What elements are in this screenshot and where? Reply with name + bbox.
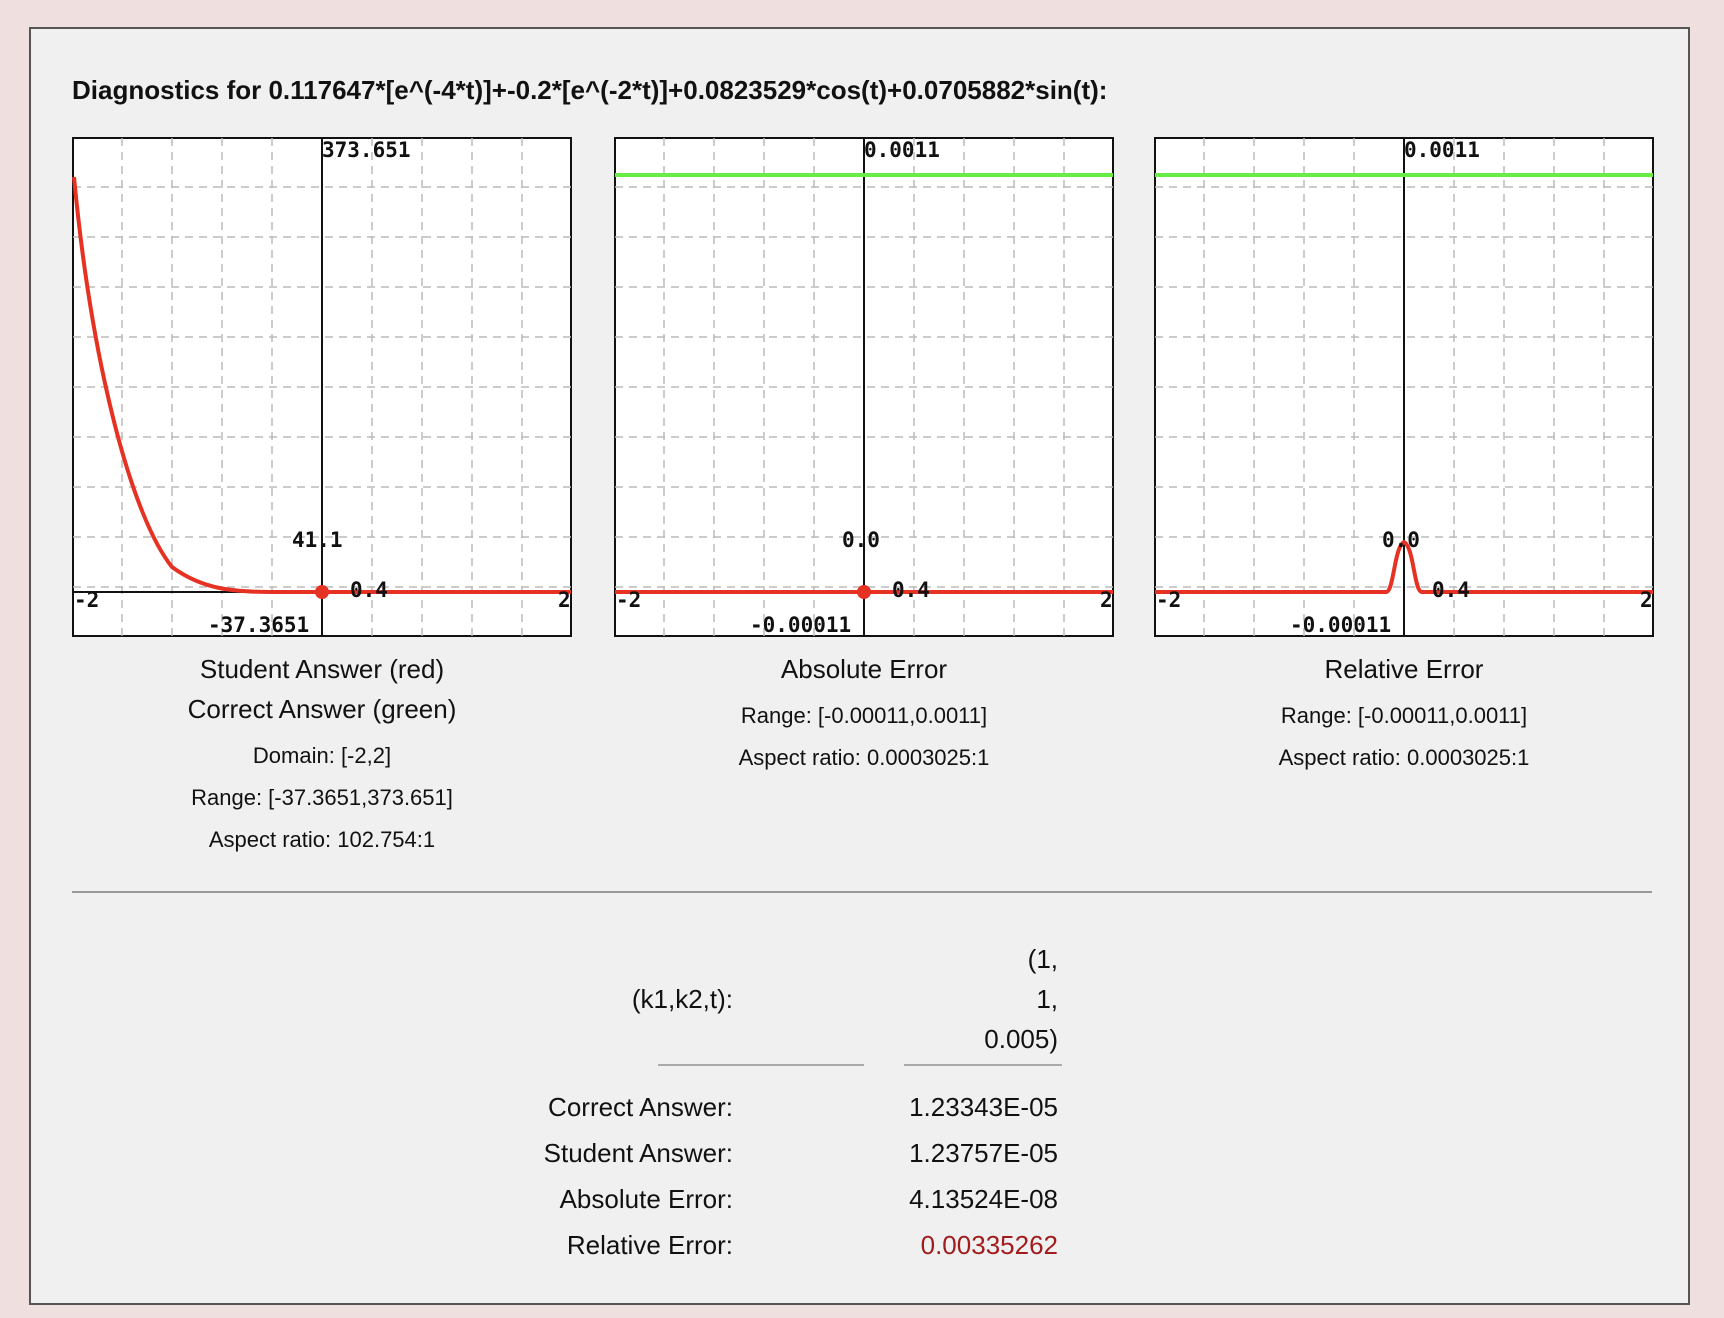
sample-point-marker xyxy=(857,585,871,599)
section-divider xyxy=(72,891,1652,893)
range-info: Range: [-37.3651,373.651] xyxy=(191,785,453,810)
plot-label-top: 0.0011 xyxy=(1404,138,1480,162)
plot-label-mid-x: 0.4 xyxy=(350,578,388,602)
table-rule xyxy=(904,1064,1062,1066)
student-plot-caption: Student Answer (red) Correct Answer (gre… xyxy=(42,649,602,861)
variables-value-line: 0.005) xyxy=(984,1024,1058,1054)
plot-label-xmax: 2 xyxy=(1100,588,1113,612)
domain-info: Domain: [-2,2] xyxy=(252,743,392,768)
plot-label-mid-y: 0.0 xyxy=(842,528,880,552)
plot-label-xmin: -2 xyxy=(616,588,641,612)
plot-label-top: 0.0011 xyxy=(864,138,940,162)
aspect-ratio-info: Aspect ratio: 0.0003025:1 xyxy=(1278,745,1530,770)
plot-label-bottom: -37.3651 xyxy=(208,613,309,637)
caption-line: Relative Error xyxy=(1324,654,1484,684)
plot-label-mid-x: 0.4 xyxy=(1432,578,1470,602)
diagnostics-panel: Diagnostics for 0.117647*[e^(-4*t)]+-0.2… xyxy=(29,27,1690,1305)
student-answer-label: Student Answer: xyxy=(543,1138,733,1168)
relative-error-plot: 0.0011 -0.00011 -2 2 0.0 0.4 xyxy=(1154,137,1654,637)
plot-label-xmin: -2 xyxy=(74,588,99,612)
relative-error-value: 0.00335262 xyxy=(920,1230,1058,1260)
relative-error-label: Relative Error: xyxy=(566,1230,733,1260)
correct-answer-label: Correct Answer: xyxy=(548,1092,733,1122)
student-answer-plot: 373.651 -37.3651 -2 2 41.1 0.4 xyxy=(72,137,572,637)
sample-point-marker xyxy=(315,585,329,599)
plot-label-mid-y: 41.1 xyxy=(292,528,343,552)
aspect-ratio-info: Aspect ratio: 0.0003025:1 xyxy=(738,745,990,770)
plot-label-bottom: -0.00011 xyxy=(750,613,851,637)
absolute-error-plot: 0.0011 -0.00011 -2 2 0.0 0.4 xyxy=(614,137,1114,637)
correct-answer-value: 1.23343E-05 xyxy=(909,1092,1058,1122)
variables-value-line: (1, xyxy=(1027,944,1058,974)
plot-label-top: 373.651 xyxy=(322,138,411,162)
caption-line: Student Answer (red) xyxy=(199,654,445,684)
absolute-error-label: Absolute Error: xyxy=(559,1184,733,1214)
variables-value-line: 1, xyxy=(1036,984,1058,1014)
caption-line: Absolute Error xyxy=(780,654,948,684)
student-answer-value: 1.23757E-05 xyxy=(909,1138,1058,1168)
relative-error-caption: Relative Error Range: [-0.00011,0.0011] … xyxy=(1124,649,1684,779)
variables-label: (k1,k2,t): xyxy=(631,984,733,1014)
plot-label-bottom: -0.00011 xyxy=(1290,613,1391,637)
plot-label-xmin: -2 xyxy=(1156,588,1181,612)
table-rule xyxy=(658,1064,864,1066)
plot-label-mid-y: 0.0 xyxy=(1382,528,1420,552)
range-info: Range: [-0.00011,0.0011] xyxy=(740,703,988,728)
diagnostics-title: Diagnostics for 0.117647*[e^(-4*t)]+-0.2… xyxy=(72,75,1108,105)
absolute-error-value: 4.13524E-08 xyxy=(909,1184,1058,1214)
absolute-error-caption: Absolute Error Range: [-0.00011,0.0011] … xyxy=(584,649,1144,779)
aspect-ratio-info: Aspect ratio: 102.754:1 xyxy=(208,827,436,852)
plot-label-xmax: 2 xyxy=(558,588,571,612)
plot-label-mid-x: 0.4 xyxy=(892,578,930,602)
caption-line: Correct Answer (green) xyxy=(187,694,457,724)
range-info: Range: [-0.00011,0.0011] xyxy=(1280,703,1528,728)
plot-label-xmax: 2 xyxy=(1640,588,1653,612)
